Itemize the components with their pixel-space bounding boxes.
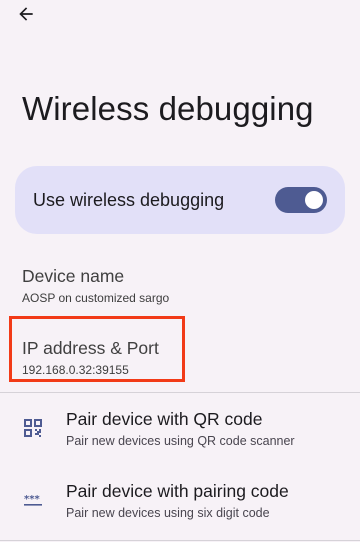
pair-code-title: Pair device with pairing code (66, 481, 289, 501)
device-name-preference[interactable]: Device name AOSP on customized sargo (22, 266, 169, 305)
device-name-title: Device name (22, 266, 125, 286)
wireless-debugging-toggle[interactable] (275, 187, 327, 213)
qr-code-scanner-icon (22, 417, 44, 439)
device-name-summary: AOSP on customized sargo (22, 291, 170, 305)
pair-qr-summary: Pair new devices using QR code scanner (66, 434, 295, 448)
divider (0, 540, 360, 541)
page-title: Wireless debugging (22, 90, 314, 127)
pair-with-qr-code-item[interactable]: Pair device with QR code Pair new device… (0, 400, 360, 456)
use-wireless-debugging-switch-bar[interactable]: Use wireless debugging (15, 166, 345, 234)
arrow-back-icon (19, 7, 33, 21)
switch-label: Use wireless debugging (33, 190, 225, 210)
pair-with-pairing-code-item[interactable]: *** Pair device with pairing code Pair n… (0, 472, 360, 528)
pair-code-summary: Pair new devices using six digit code (66, 506, 270, 520)
svg-text:***: *** (24, 494, 40, 505)
toggle-thumb (305, 191, 323, 209)
divider (0, 392, 360, 393)
password-dots-icon: *** (22, 489, 44, 511)
back-button[interactable] (14, 2, 38, 26)
pair-qr-title: Pair device with QR code (66, 409, 263, 429)
highlight-annotation-box (9, 316, 185, 382)
